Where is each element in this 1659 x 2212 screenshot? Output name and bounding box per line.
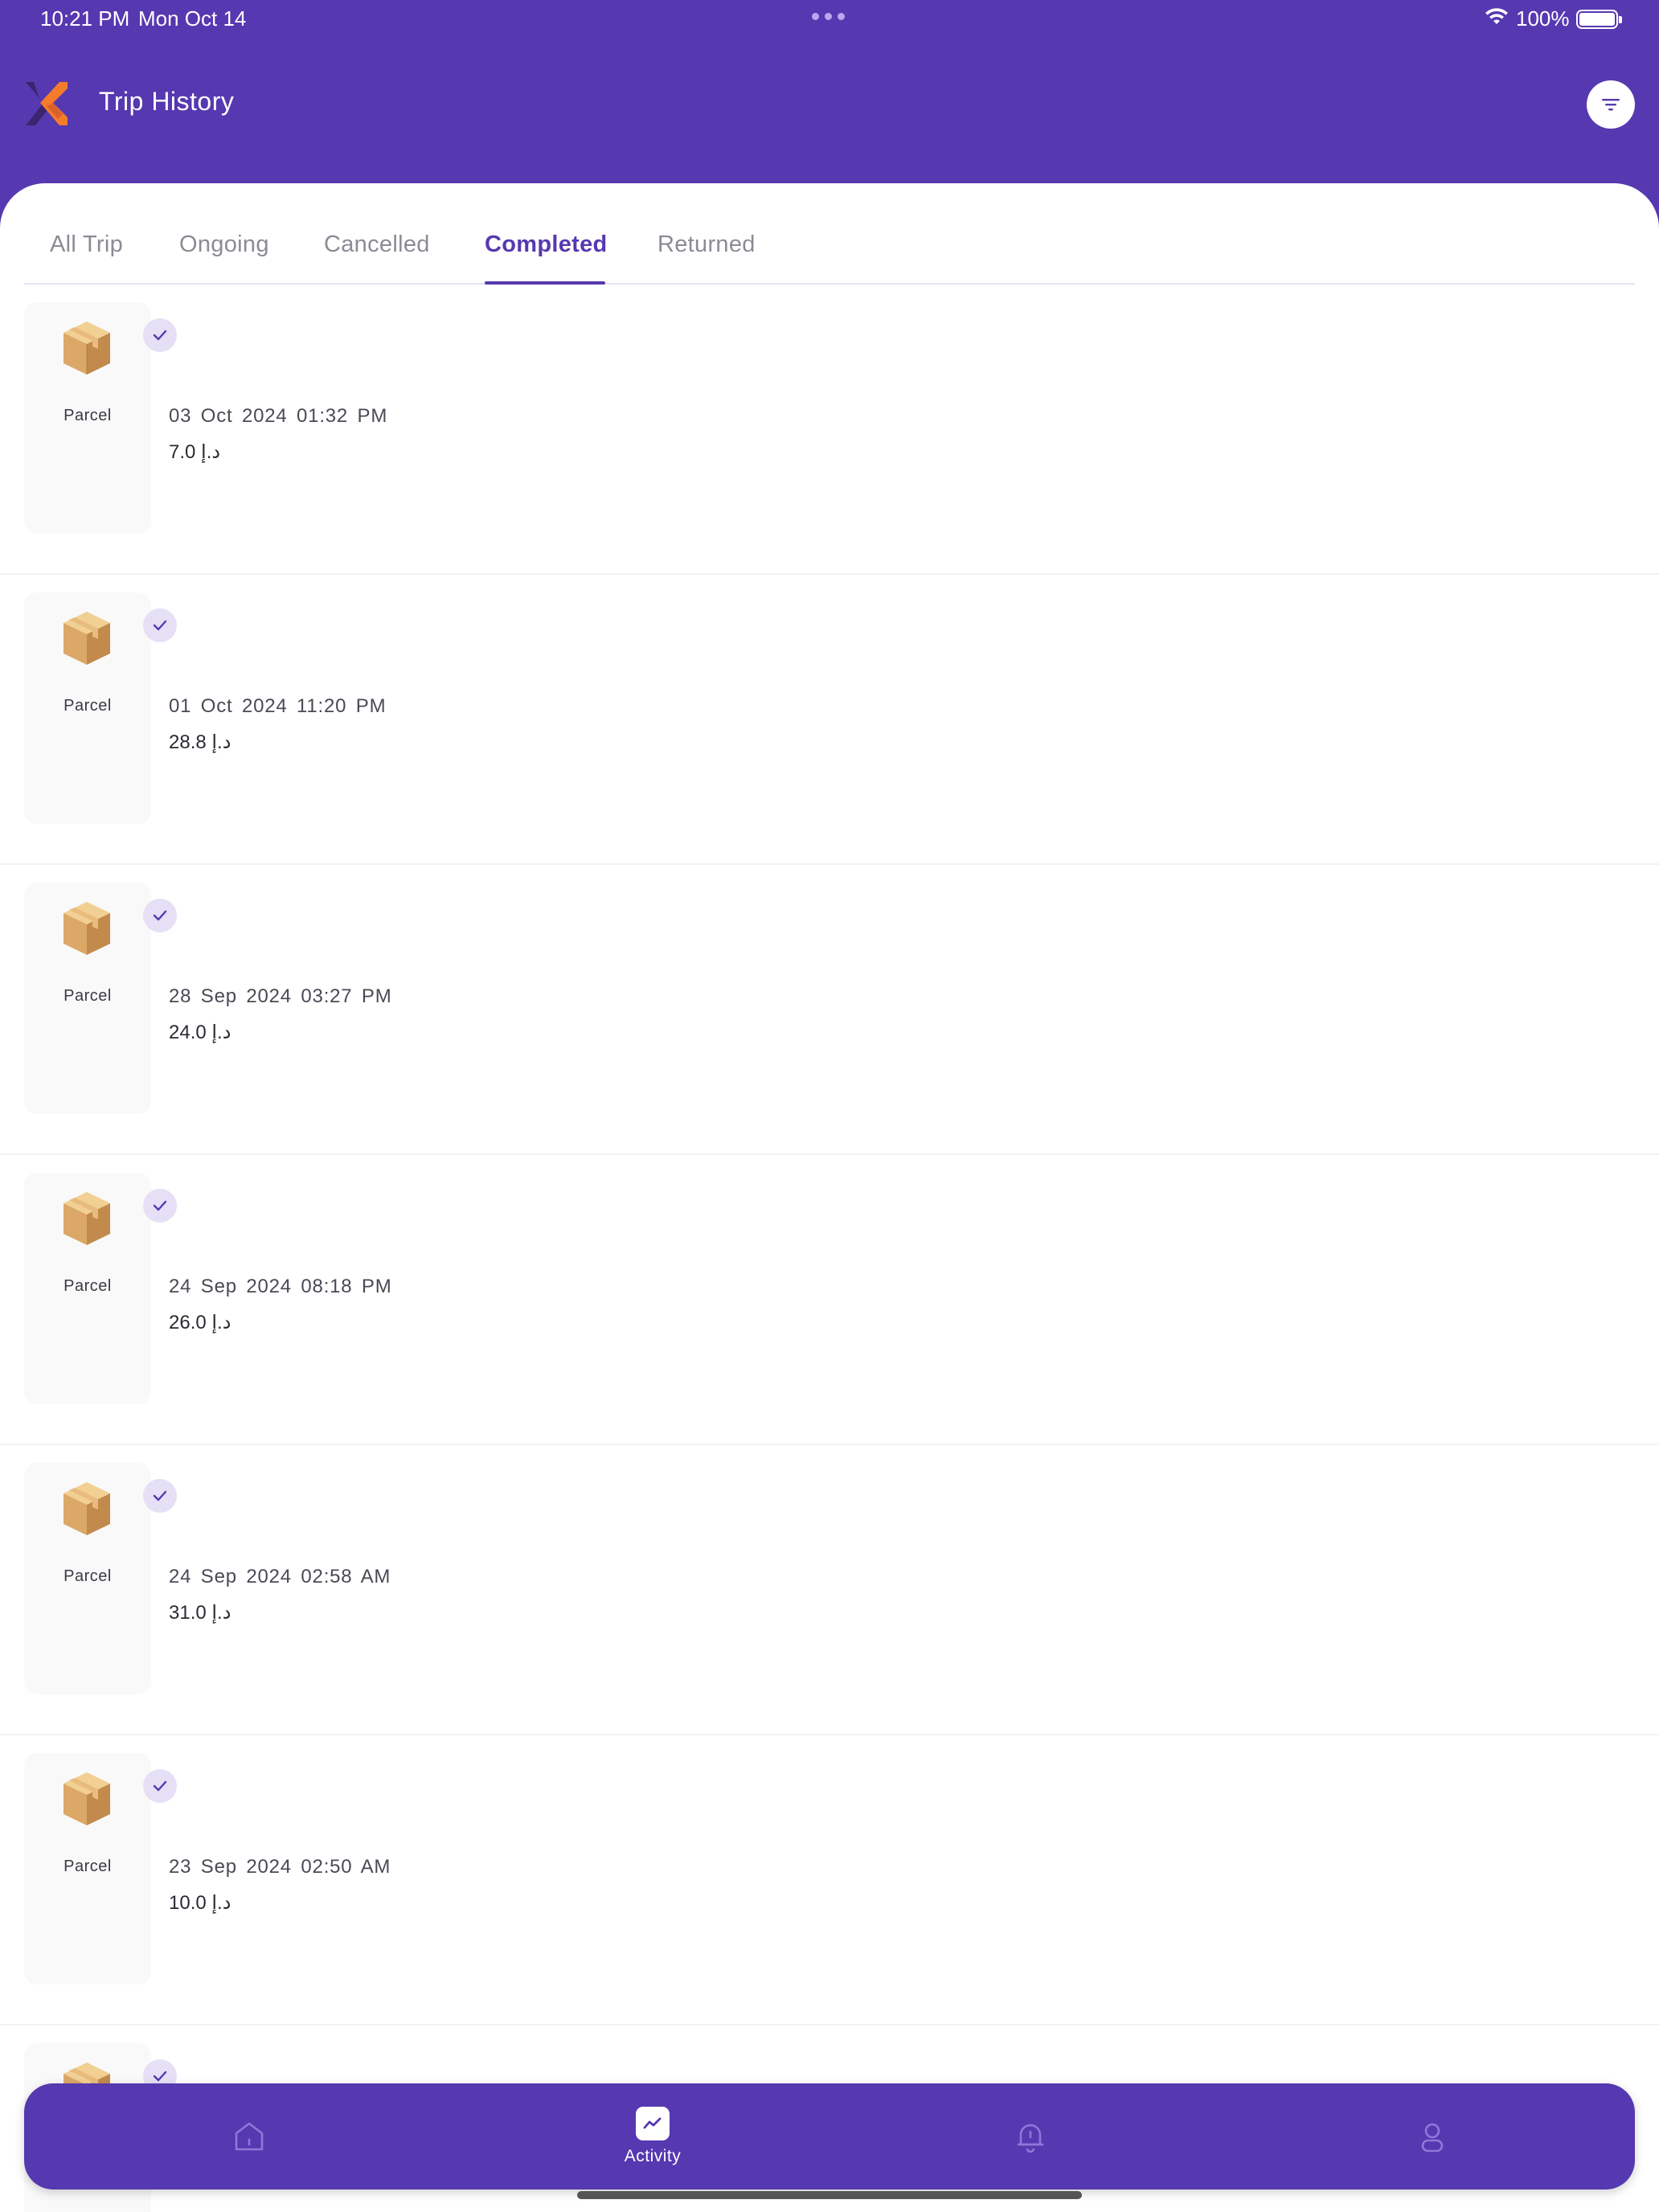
check-icon	[153, 620, 167, 631]
tab-returned[interactable]: Returned	[657, 231, 756, 258]
parcel-card: Parcel	[24, 1753, 177, 1985]
trip-datetime: 23 Sep 2024 02:50 AM	[169, 1856, 391, 1878]
nav-notifications[interactable]	[982, 2083, 1079, 2189]
trip-datetime: 24 Sep 2024 08:18 PM	[169, 1276, 392, 1297]
parcel-box-icon	[63, 322, 110, 375]
wifi-icon	[1485, 8, 1508, 24]
profile-icon	[1421, 2123, 1444, 2153]
app-logo	[26, 82, 68, 125]
bell-icon	[1017, 2124, 1044, 2153]
trip-price: 10.0 د.إ	[169, 1892, 231, 1914]
trip-type-label: Parcel	[63, 1277, 112, 1295]
check-icon	[153, 2071, 167, 2082]
completed-badge	[143, 1479, 177, 1513]
parcel-card: Parcel	[24, 1173, 177, 1404]
page-title: Trip History	[99, 87, 235, 116]
parcel-box-icon	[63, 612, 110, 665]
nav-home[interactable]	[201, 2083, 297, 2189]
check-icon	[153, 330, 167, 341]
tab-completed[interactable]: Completed	[485, 231, 608, 258]
nav-profile[interactable]	[1384, 2083, 1481, 2189]
trip-price: 28.8 د.إ	[169, 731, 231, 753]
parcel-card: Parcel	[24, 1463, 177, 1694]
nav-activity-label: Activity	[624, 2147, 682, 2165]
battery-icon	[1576, 10, 1622, 29]
home-icon	[235, 2122, 264, 2151]
completed-badge	[143, 608, 177, 642]
tab-cancelled[interactable]: Cancelled	[324, 231, 430, 258]
trip-list: Parcel 03 Oct 2024 01:32 PM 7.0 د.إ Parc…	[0, 285, 1659, 2212]
tab-all-trip[interactable]: All Trip	[50, 231, 123, 258]
trip-row[interactable]: Parcel 03 Oct 2024 01:32 PM 7.0 د.إ	[0, 285, 1659, 575]
app-header: Trip History	[0, 48, 1659, 161]
trip-type-label: Parcel	[63, 1858, 112, 1875]
check-icon	[153, 1200, 167, 1211]
trip-row[interactable]: Parcel 24 Sep 2024 02:58 AM 31.0 د.إ	[0, 1445, 1659, 1735]
filter-icon	[1602, 99, 1620, 111]
tab-ongoing[interactable]: Ongoing	[179, 231, 269, 258]
parcel-card: Parcel	[24, 883, 177, 1114]
status-bar: 10:21 PM Mon Oct 14 100%	[0, 0, 1659, 39]
parcel-card: Parcel	[24, 302, 177, 534]
trip-row[interactable]: Parcel 28 Sep 2024 03:27 PM 24.0 د.إ	[0, 865, 1659, 1155]
parcel-card: Parcel	[24, 592, 177, 824]
trip-price: 26.0 د.إ	[169, 1312, 231, 1333]
trip-price: 7.0 د.إ	[169, 441, 221, 463]
battery-percent: 100%	[1516, 6, 1570, 31]
completed-badge	[143, 1769, 177, 1803]
home-indicator[interactable]	[577, 2191, 1082, 2199]
trip-type-label: Parcel	[63, 987, 112, 1005]
trip-datetime: 03 Oct 2024 01:32 PM	[169, 405, 388, 427]
completed-badge	[143, 318, 177, 352]
trip-row[interactable]: Parcel 01 Oct 2024 11:20 PM 28.8 د.إ	[0, 575, 1659, 865]
trip-datetime: 28 Sep 2024 03:27 PM	[169, 985, 392, 1007]
check-icon	[153, 910, 167, 921]
check-icon	[153, 1780, 167, 1792]
trip-type-label: Parcel	[63, 1567, 112, 1585]
parcel-box-icon	[63, 1772, 110, 1825]
trip-type-label: Parcel	[63, 697, 112, 715]
trip-price: 24.0 د.إ	[169, 1022, 231, 1043]
completed-badge	[143, 899, 177, 932]
status-date: Mon Oct 14	[138, 6, 247, 31]
filter-button[interactable]	[1587, 80, 1635, 129]
trip-datetime: 24 Sep 2024 02:58 AM	[169, 1566, 391, 1587]
check-icon	[153, 1490, 167, 1501]
parcel-box-icon	[63, 1192, 110, 1245]
trip-price: 31.0 د.إ	[169, 1602, 231, 1624]
trip-row[interactable]: Parcel 24 Sep 2024 08:18 PM 26.0 د.إ	[0, 1155, 1659, 1445]
trip-type-label: Parcel	[63, 407, 112, 424]
trip-tabs: All Trip Ongoing Cancelled Completed Ret…	[24, 183, 1635, 285]
parcel-box-icon	[63, 902, 110, 955]
parcel-box-icon	[63, 1482, 110, 1535]
activity-icon	[636, 2107, 670, 2140]
nav-activity[interactable]: Activity	[580, 2083, 725, 2189]
content-sheet: All Trip Ongoing Cancelled Completed Ret…	[0, 183, 1659, 2212]
completed-badge	[143, 1189, 177, 1223]
trip-row[interactable]: Parcel 23 Sep 2024 02:50 AM 10.0 د.إ	[0, 1735, 1659, 2026]
trip-datetime: 01 Oct 2024 11:20 PM	[169, 695, 387, 717]
status-time: 10:21 PM	[40, 6, 130, 31]
bottom-nav: Activity	[24, 2083, 1635, 2189]
multitasking-dots-icon[interactable]	[812, 13, 845, 20]
